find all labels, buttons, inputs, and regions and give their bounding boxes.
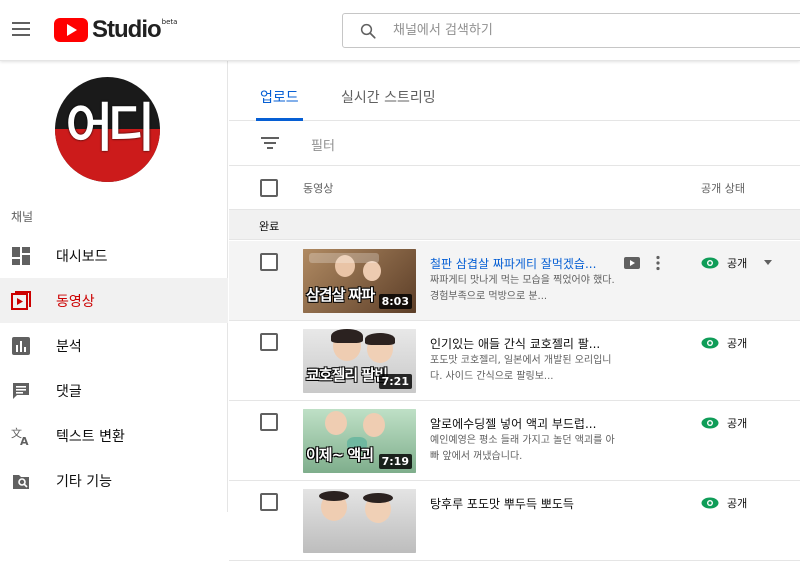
video-title[interactable]: 알로에수딩젤 넣어 액괴 부드럽... — [430, 415, 612, 432]
row-checkbox[interactable] — [260, 493, 278, 511]
table-header: 동영상 공개 상태 — [229, 166, 800, 210]
top-header: Studio beta — [0, 0, 800, 61]
youtube-play-icon — [54, 18, 88, 42]
main-content: 업로드 실시간 스트리밍 필터 동영상 공개 상태 완료 삼겹살 짜파 8:03… — [229, 61, 800, 561]
row-checkbox[interactable] — [260, 253, 278, 271]
thumbnail-text: 삼겹살 짜파 — [306, 286, 375, 304]
sidebar-item-transcriptions[interactable]: 文 A 텍스트 변환 — [0, 413, 228, 458]
video-duration: 7:21 — [378, 374, 412, 389]
visibility-status[interactable]: 공개 — [701, 255, 747, 271]
sidebar-item-label: 텍스트 변환 — [56, 428, 125, 445]
more-options-icon[interactable] — [655, 255, 661, 271]
tab-uploads[interactable]: 업로드 — [260, 87, 299, 107]
sidebar-item-label: 기타 기능 — [56, 473, 112, 490]
eye-icon — [701, 497, 719, 509]
menu-icon[interactable] — [12, 22, 30, 36]
filter-label[interactable]: 필터 — [311, 135, 335, 154]
visibility-label: 공개 — [727, 497, 748, 510]
sidebar-item-dashboard[interactable]: 대시보드 — [0, 233, 228, 278]
select-all-checkbox[interactable] — [260, 179, 278, 197]
column-video: 동영상 — [303, 182, 334, 195]
studio-logo[interactable]: Studio beta — [54, 16, 177, 44]
video-title[interactable]: 탕후루 포도맛 뿌두득 뽀도득 — [430, 495, 612, 512]
visibility-status[interactable]: 공개 — [701, 335, 747, 351]
video-duration: 7:19 — [378, 454, 412, 469]
video-description: 짜파게티 맛나게 먹는 모습을 찍었어야 했다. 경험부족으로 먹방으로 분..… — [430, 275, 615, 302]
channel-avatar[interactable]: 어디 — [55, 77, 160, 182]
sidebar-item-other-features[interactable]: 기타 기능 — [0, 458, 228, 503]
table-row[interactable]: 탕후루 포도맛 뿌두득 뽀도득 공개 — [229, 481, 800, 561]
video-title[interactable]: 인기있는 애들 간식 쿄호젤리 팔... — [430, 335, 612, 352]
visibility-label: 공개 — [727, 337, 748, 350]
svg-text:A: A — [20, 435, 29, 446]
sidebar-item-label: 분석 — [56, 338, 82, 355]
sidebar-item-comments[interactable]: 댓글 — [0, 368, 228, 413]
video-description: 포도맛 코호젤리, 일본에서 개발된 오리입니다. 사이드 간식으로 팔링보..… — [430, 355, 612, 382]
visibility-status[interactable]: 공개 — [701, 495, 747, 511]
search-input[interactable] — [393, 14, 793, 47]
eye-icon — [701, 257, 719, 269]
tab-live[interactable]: 실시간 스트리밍 — [341, 87, 436, 107]
visibility-label: 공개 — [727, 257, 748, 270]
video-thumbnail[interactable]: 삼겹살 짜파 8:03 — [303, 249, 416, 313]
row-checkbox[interactable] — [260, 333, 278, 351]
sidebar-item-label: 동영상 — [56, 293, 95, 310]
eye-icon — [701, 417, 719, 429]
sidebar-nav: 대시보드 동영상 분석 댓글 文 A 텍스트 변환 기타 기능 — [0, 233, 228, 503]
sidebar-item-label: 댓글 — [56, 383, 82, 400]
video-title[interactable]: 철판 삼겹살 짜파게티 잘먹겠습... — [430, 255, 612, 272]
sidebar-item-label: 대시보드 — [56, 248, 108, 265]
tab-bar: 업로드 실시간 스트리밍 — [229, 61, 800, 121]
filter-bar[interactable]: 필터 — [229, 121, 800, 166]
eye-icon — [701, 337, 719, 349]
video-thumbnail[interactable] — [303, 489, 416, 553]
section-label: 완료 — [259, 220, 280, 233]
table-row[interactable]: 삼겹살 짜파 8:03 철판 삼겹살 짜파게티 잘먹겠습... 짜파게티 맛나게… — [229, 241, 800, 321]
logo-beta: beta — [161, 18, 178, 26]
visibility-label: 공개 — [727, 417, 748, 430]
search-icon[interactable] — [359, 22, 377, 40]
other-features-icon — [13, 475, 29, 489]
sidebar: 어디 채널 대시보드 동영상 분석 댓글 文 A 텍스트 변환 기타 기능 — [0, 61, 228, 512]
visibility-dropdown-icon[interactable] — [764, 260, 772, 265]
video-thumbnail[interactable]: 쿄호젤리 팔빈 7:21 — [303, 329, 416, 393]
table-row[interactable]: 이제~ 액괴 7:19 알로에수딩젤 넣어 액괴 부드럽... 예인예영은 평소… — [229, 401, 800, 481]
sidebar-item-videos[interactable]: 동영상 — [0, 278, 228, 323]
section-header: 완료 — [229, 210, 800, 240]
filter-icon[interactable] — [261, 136, 279, 150]
column-visibility[interactable]: 공개 상태 — [701, 180, 745, 196]
thumbnail-text: 쿄호젤리 팔빈 — [306, 366, 388, 384]
youtube-play-icon[interactable] — [624, 257, 640, 269]
thumbnail-text: 이제~ 액괴 — [306, 446, 374, 464]
row-checkbox[interactable] — [260, 413, 278, 431]
video-icon — [11, 291, 31, 310]
sidebar-item-analytics[interactable]: 분석 — [0, 323, 228, 368]
logo-text: Studio — [92, 16, 162, 43]
visibility-status[interactable]: 공개 — [701, 415, 747, 431]
video-description: 예인예영은 평소 들래 가지고 놀던 액괴를 아빠 앞에서 꺼냈습니다. — [430, 435, 615, 462]
channel-label: 채널 — [11, 210, 34, 224]
translate-icon: 文 A — [11, 426, 29, 446]
video-thumbnail[interactable]: 이제~ 액괴 7:19 — [303, 409, 416, 473]
analytics-icon — [12, 337, 30, 355]
search-box[interactable] — [342, 13, 800, 48]
table-row[interactable]: 쿄호젤리 팔빈 7:21 인기있는 애들 간식 쿄호젤리 팔... 포도맛 코호… — [229, 321, 800, 401]
comments-icon — [13, 383, 29, 399]
avatar-text: 어디 — [65, 99, 156, 159]
video-duration: 8:03 — [378, 294, 412, 309]
dashboard-icon — [12, 247, 30, 265]
